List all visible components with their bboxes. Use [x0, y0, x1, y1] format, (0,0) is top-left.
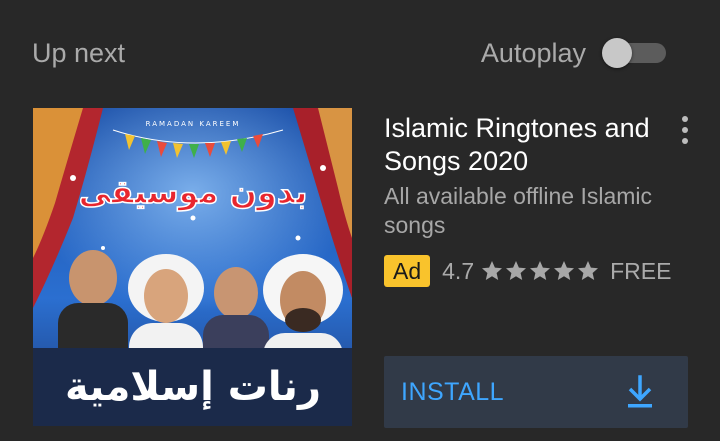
- install-button[interactable]: INSTALL: [384, 356, 688, 428]
- ad-title[interactable]: Islamic Ringtones and Songs 2020: [384, 112, 654, 178]
- star-icon: [578, 261, 599, 280]
- up-next-label: Up next: [32, 38, 126, 68]
- thumbnail-headline: بدون موسيقى: [79, 173, 308, 211]
- autoplay-toggle[interactable]: [602, 38, 666, 68]
- star-icon: [506, 261, 527, 280]
- star-icon: [482, 261, 503, 280]
- ad-card[interactable]: RAMADAN KAREEM بدون موسيقى رنات إسلامية …: [0, 96, 720, 441]
- thumbnail-top-text: RAMADAN KAREEM: [146, 120, 241, 128]
- thumbnail-art: RAMADAN KAREEM بدون موسيقى رنات إسلامية: [33, 108, 352, 426]
- ad-thumbnail[interactable]: RAMADAN KAREEM بدون موسيقى رنات إسلامية: [33, 108, 352, 426]
- more-vert-icon[interactable]: [672, 114, 698, 146]
- ad-badge: Ad: [384, 255, 431, 287]
- up-next-panel: Up next Autoplay RAMADAN KAREEM بدون موس…: [0, 0, 720, 441]
- thumbnail-footer: رنات إسلامية: [65, 364, 321, 410]
- ad-description: All available offline Islamic songs: [384, 183, 653, 238]
- star-icon: [554, 261, 575, 280]
- rating-stars: [480, 259, 600, 283]
- download-icon: [628, 375, 652, 408]
- star-icon: [530, 261, 551, 280]
- rating-value: 4.7: [442, 257, 475, 284]
- ad-meta-row: Ad 4.7 FREE: [384, 254, 671, 288]
- install-label: INSTALL: [401, 378, 505, 406]
- toggle-knob: [602, 38, 632, 68]
- autoplay-label: Autoplay: [480, 38, 586, 68]
- price-label: FREE: [610, 257, 672, 284]
